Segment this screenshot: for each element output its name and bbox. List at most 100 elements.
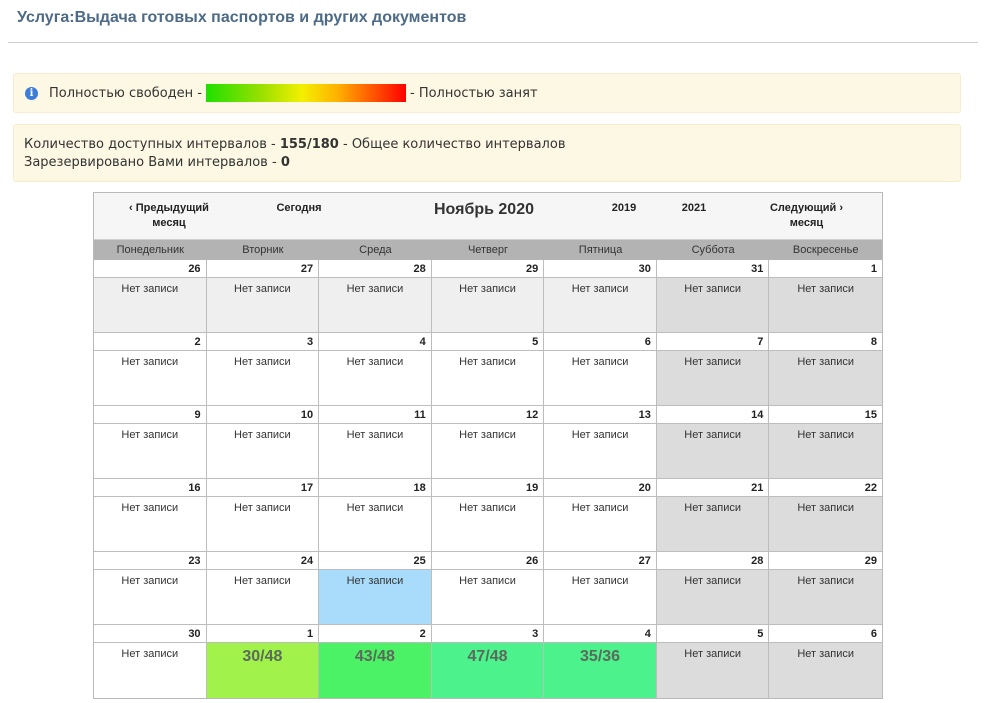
calendar-day-cell[interactable]: 1 30/48 [206, 625, 320, 698]
day-number: 26 [431, 552, 544, 570]
total-intervals-label: - Общее количество интервалов [343, 137, 566, 152]
day-status: Нет записи [319, 278, 431, 332]
calendar-week-row: 23 Нет записи 24 Нет записи 25 Нет записи 26 Не… [94, 552, 882, 625]
day-status: Нет записи [769, 351, 882, 405]
calendar-day-cell[interactable]: 15 Нет записи [769, 406, 882, 479]
day-number: 15 [769, 406, 882, 424]
day-status: Нет записи [769, 424, 882, 478]
day-status: Нет записи [234, 356, 291, 368]
calendar-day-cell[interactable]: 4 35/36 [544, 625, 657, 698]
day-number: 4 [544, 625, 656, 643]
calendar-week-row: 26 Нет записи 27 Нет записи 28 Нет записи 29 Не… [94, 260, 882, 333]
next-year-button[interactable]: 2021 [674, 201, 714, 216]
day-number: 3 [206, 333, 319, 351]
calendar-day-cell[interactable]: 17 Нет записи [206, 479, 320, 552]
day-number: 5 [656, 625, 769, 643]
day-status: Нет записи [656, 643, 769, 698]
calendar-day-cell[interactable]: 4 Нет записи [319, 333, 432, 406]
calendar-day-cell[interactable]: 30 Нет записи [94, 625, 207, 698]
reserved-intervals-line: Зарезервировано Вами интервалов - 0 [24, 154, 960, 172]
calendar-nav: ‹ Предыдущий месяц Сегодня Ноябрь 2020 2… [94, 193, 882, 240]
calendar-week-row: 16 Нет записи 17 Нет записи 18 Нет записи 19 Не… [94, 479, 882, 552]
calendar-day-cell[interactable]: 2 43/48 [319, 625, 432, 698]
day-number: 3 [431, 625, 544, 643]
calendar-day-cell[interactable]: 31 Нет записи [656, 260, 770, 333]
calendar-day-cell[interactable]: 11 Нет записи [319, 406, 432, 479]
calendar-day-cell[interactable]: 27 Нет записи [206, 260, 320, 333]
day-status: Нет записи [656, 570, 769, 624]
day-status: Нет записи [544, 278, 656, 332]
calendar-day-cell[interactable]: 3 Нет записи [206, 333, 320, 406]
day-number: 21 [656, 479, 769, 497]
calendar-day-cell[interactable]: 2 Нет записи [94, 333, 207, 406]
calendar-day-cell[interactable]: 26 Нет записи [94, 260, 207, 333]
day-slots-count: 35/36 [544, 643, 656, 698]
day-status: Нет записи [656, 424, 769, 478]
day-status: Нет записи [459, 575, 516, 587]
calendar-day-cell[interactable]: 25 Нет записи [319, 552, 432, 625]
next-month-button[interactable]: Следующий › месяц [764, 201, 849, 231]
calendar-day-cell[interactable]: 20 Нет записи [544, 479, 657, 552]
calendar-day-cell[interactable]: 19 Нет записи [431, 479, 545, 552]
prev-year-button[interactable]: 2019 [604, 201, 644, 216]
calendar-day-cell[interactable]: 23 Нет записи [94, 552, 207, 625]
calendar-day-cell[interactable]: 24 Нет записи [206, 552, 320, 625]
calendar-day-cell[interactable]: 13 Нет записи [544, 406, 657, 479]
weekday-label: Среда [359, 244, 392, 256]
day-slots-count: 30/48 [206, 643, 319, 698]
day-number: 2 [94, 333, 206, 351]
calendar: ‹ Предыдущий месяц Сегодня Ноябрь 2020 2… [93, 192, 883, 699]
calendar-day-cell[interactable]: 21 Нет записи [656, 479, 770, 552]
calendar-day-cell[interactable]: 7 Нет записи [656, 333, 770, 406]
page-title: Услуга:Выдача готовых паспортов и других… [17, 9, 467, 26]
day-number: 6 [769, 625, 882, 643]
calendar-day-cell[interactable]: 27 Нет записи [544, 552, 657, 625]
calendar-day-cell[interactable]: 6 Нет записи [544, 333, 657, 406]
calendar-week-row: 2 Нет записи 3 Нет записи 4 Нет записи 5 Нет за… [94, 333, 882, 406]
day-status: Нет записи [121, 575, 179, 587]
prev-month-button[interactable]: ‹ Предыдущий месяц [124, 201, 214, 231]
today-button[interactable]: Сегодня [269, 201, 329, 216]
weekday-label: Понедельник [116, 244, 184, 256]
day-status: Нет записи [571, 502, 629, 514]
calendar-day-cell[interactable]: 5 Нет записи [656, 625, 770, 698]
calendar-day-cell[interactable]: 10 Нет записи [206, 406, 320, 479]
calendar-day-cell[interactable]: 28 Нет записи [319, 260, 432, 333]
month-title: Ноябрь 2020 [434, 201, 534, 218]
calendar-day-cell[interactable]: 8 Нет записи [769, 333, 882, 406]
day-number: 29 [431, 260, 544, 278]
calendar-day-cell[interactable]: 1 Нет записи [769, 260, 882, 333]
day-status: Нет записи [459, 429, 516, 441]
calendar-day-cell[interactable]: 22 Нет записи [769, 479, 882, 552]
day-status: Нет записи [234, 429, 291, 441]
calendar-day-cell[interactable]: 18 Нет записи [319, 479, 432, 552]
calendar-day-cell[interactable]: 26 Нет записи [431, 552, 545, 625]
legend-free-label: Полностью свободен - [49, 85, 202, 101]
day-number: 24 [206, 552, 319, 570]
calendar-day-cell[interactable]: 29 Нет записи [769, 552, 882, 625]
availability-legend: i Полностью свободен - - Полностью занят [13, 73, 961, 113]
calendar-day-cell[interactable]: 14 Нет записи [656, 406, 770, 479]
day-status: Нет записи [121, 502, 179, 514]
calendar-day-cell[interactable]: 12 Нет записи [431, 406, 545, 479]
day-status: Нет записи [94, 278, 206, 332]
calendar-day-cell[interactable]: 16 Нет записи [94, 479, 207, 552]
availability-gradient-bar [206, 84, 406, 102]
day-number: 20 [544, 479, 656, 497]
calendar-day-cell[interactable]: 30 Нет записи [544, 260, 657, 333]
day-status: Нет записи [769, 643, 882, 698]
calendar-day-cell[interactable]: 3 47/48 [431, 625, 545, 698]
day-status: Нет записи [346, 502, 404, 514]
calendar-day-cell[interactable]: 29 Нет записи [431, 260, 545, 333]
calendar-day-cell[interactable]: 9 Нет записи [94, 406, 207, 479]
calendar-day-cell[interactable]: 5 Нет записи [431, 333, 545, 406]
calendar-day-cell[interactable]: 6 Нет записи [769, 625, 882, 698]
day-status: Нет записи [121, 648, 179, 660]
day-status: Нет записи [346, 356, 404, 368]
day-number: 16 [94, 479, 206, 497]
day-slots-count: 47/48 [431, 643, 544, 698]
weekday-label: Четверг [467, 244, 509, 256]
day-number: 27 [544, 552, 656, 570]
day-status: Нет записи [459, 356, 516, 368]
calendar-day-cell[interactable]: 28 Нет записи [656, 552, 770, 625]
